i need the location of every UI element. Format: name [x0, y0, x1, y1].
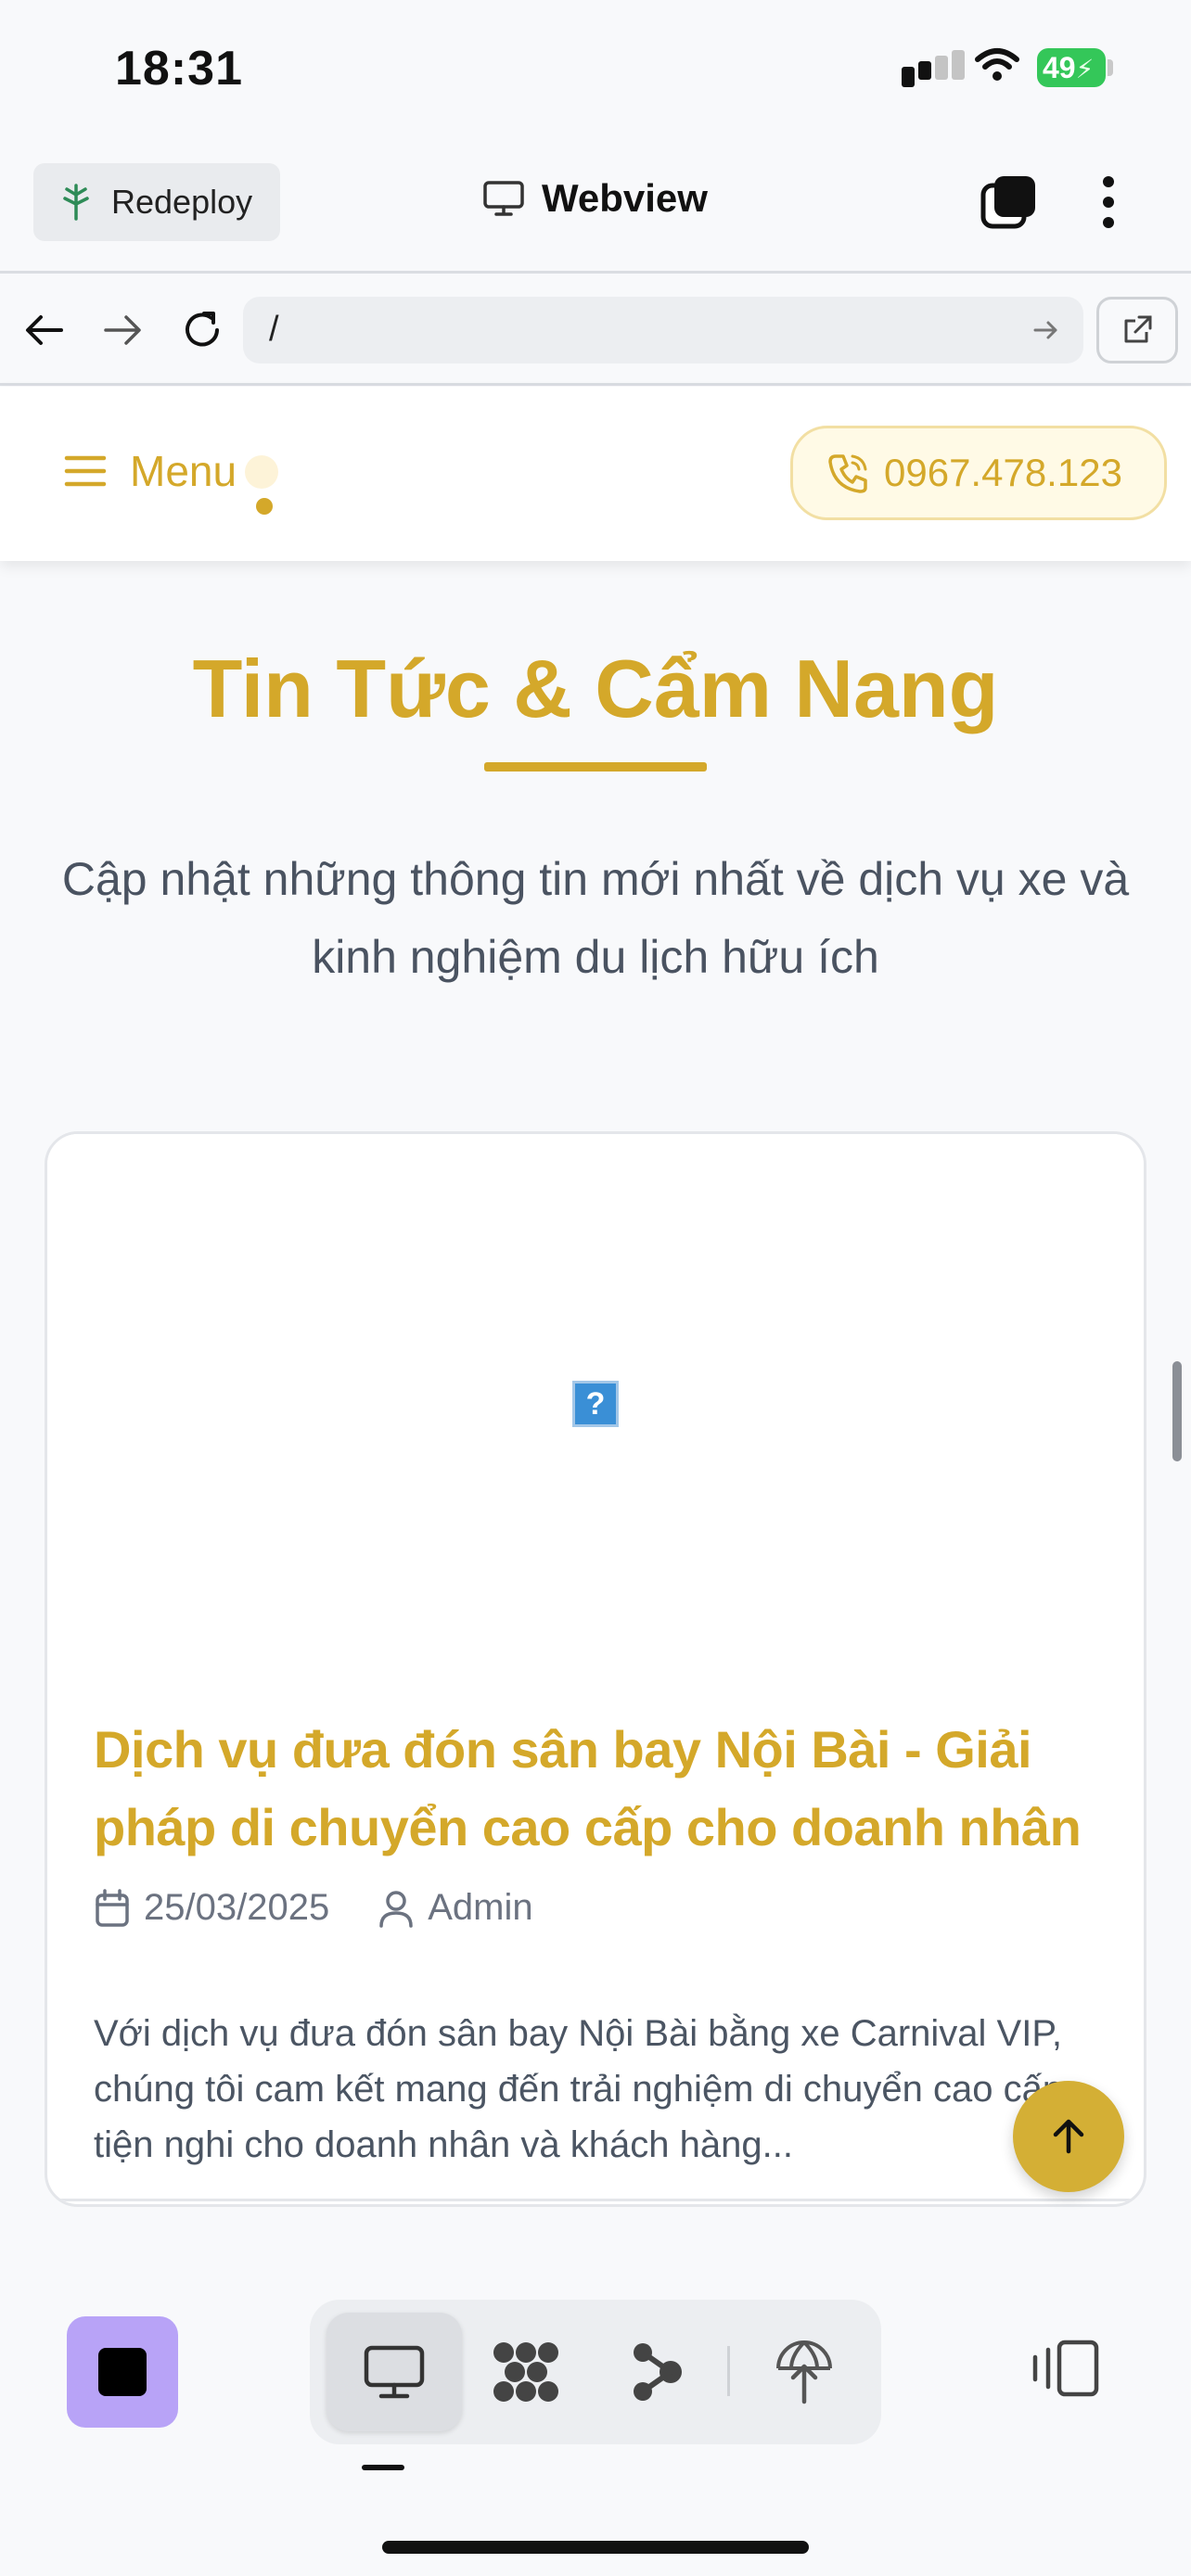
open-external-button[interactable] — [1096, 297, 1178, 363]
network-icon — [776, 2340, 832, 2404]
stop-icon — [98, 2348, 147, 2396]
notification-dot — [245, 455, 278, 489]
hamburger-icon — [64, 455, 107, 487]
battery-level: 49 — [1043, 51, 1076, 84]
monitor-icon — [364, 2345, 425, 2399]
tool-flow[interactable] — [590, 2313, 725, 2431]
section-description: Cập nhật những thông tin mới nhất về dịc… — [61, 853, 1130, 983]
article-author: Admin — [378, 1887, 533, 1929]
external-link-icon — [1124, 315, 1152, 343]
stop-button[interactable] — [67, 2316, 178, 2428]
menu-button[interactable]: Menu — [63, 446, 237, 496]
status-time: 18:31 — [115, 42, 243, 96]
site-navbar: Menu 0967.478.123 — [0, 387, 1191, 561]
article-meta: 25/03/2025 Admin — [94, 1887, 582, 1929]
article-author-text: Admin — [428, 1887, 533, 1928]
section-title: Tin Tức & Cẩm Nang — [192, 643, 999, 734]
grid-icon — [493, 2342, 558, 2402]
bottom-toolbar — [0, 2259, 1191, 2576]
webview-title: Webview — [482, 176, 708, 221]
article-title[interactable]: Dịch vụ đưa đón sân bay Nội Bài - Giải p… — [94, 1711, 1123, 1867]
broken-image-icon: ? — [572, 1381, 619, 1427]
phone-icon — [828, 454, 867, 493]
toolbar-separator — [727, 2346, 730, 2396]
card-divider — [47, 2199, 1144, 2201]
browser-url-bar: / — [0, 276, 1191, 386]
redeploy-label: Redeploy — [111, 183, 253, 221]
url-input[interactable]: / — [243, 297, 1083, 363]
tool-grid[interactable] — [458, 2313, 594, 2431]
home-indicator[interactable] — [382, 2541, 809, 2554]
flow-icon — [634, 2343, 682, 2401]
reload-icon[interactable] — [180, 308, 224, 352]
back-arrow-icon[interactable] — [24, 312, 65, 349]
title-underline — [484, 762, 707, 772]
tabs-icon[interactable] — [980, 172, 1039, 232]
more-vertical-icon[interactable] — [1095, 172, 1122, 232]
notification-dot-inner — [256, 498, 273, 515]
news-card[interactable]: ? Dịch vụ đưa đón sân bay Nội Bài - Giải… — [45, 1131, 1146, 2207]
user-icon — [379, 1890, 413, 1928]
phone-call-button[interactable]: 0967.478.123 — [790, 426, 1167, 520]
phone-number: 0967.478.123 — [884, 451, 1122, 494]
url-text: / — [269, 310, 279, 349]
monitor-icon — [483, 181, 524, 216]
battery-icon: 49⚡ — [1037, 48, 1106, 87]
page-scrollbar[interactable] — [1172, 1361, 1182, 1461]
calendar-icon — [96, 1888, 129, 1927]
status-bar: 18:31 49⚡ — [0, 0, 1191, 139]
scroll-to-top-button[interactable] — [1013, 2081, 1124, 2192]
redeploy-button[interactable]: Redeploy — [33, 163, 280, 241]
active-tab-indicator — [362, 2465, 404, 2470]
arrow-up-icon — [1053, 2119, 1084, 2154]
go-arrow-icon[interactable] — [1033, 319, 1059, 341]
layout-icon[interactable] — [1028, 2339, 1102, 2398]
toolbar-group — [310, 2300, 881, 2444]
article-date: 25/03/2025 — [94, 1887, 329, 1929]
tool-network[interactable] — [736, 2313, 872, 2431]
article-image[interactable]: ? — [47, 1134, 1144, 1690]
forward-arrow-icon[interactable] — [102, 312, 143, 349]
battery-tip — [1108, 59, 1113, 76]
webview-title-label: Webview — [542, 176, 708, 220]
tool-webview[interactable] — [327, 2313, 462, 2431]
article-excerpt: Với dịch vụ đưa đón sân bay Nội Bài bằng… — [94, 2013, 1074, 2165]
tree-icon — [63, 184, 89, 221]
menu-label: Menu — [130, 447, 237, 495]
app-header: Redeploy Webview — [0, 139, 1191, 274]
article-date-text: 25/03/2025 — [144, 1887, 330, 1928]
wifi-icon — [975, 48, 1019, 81]
